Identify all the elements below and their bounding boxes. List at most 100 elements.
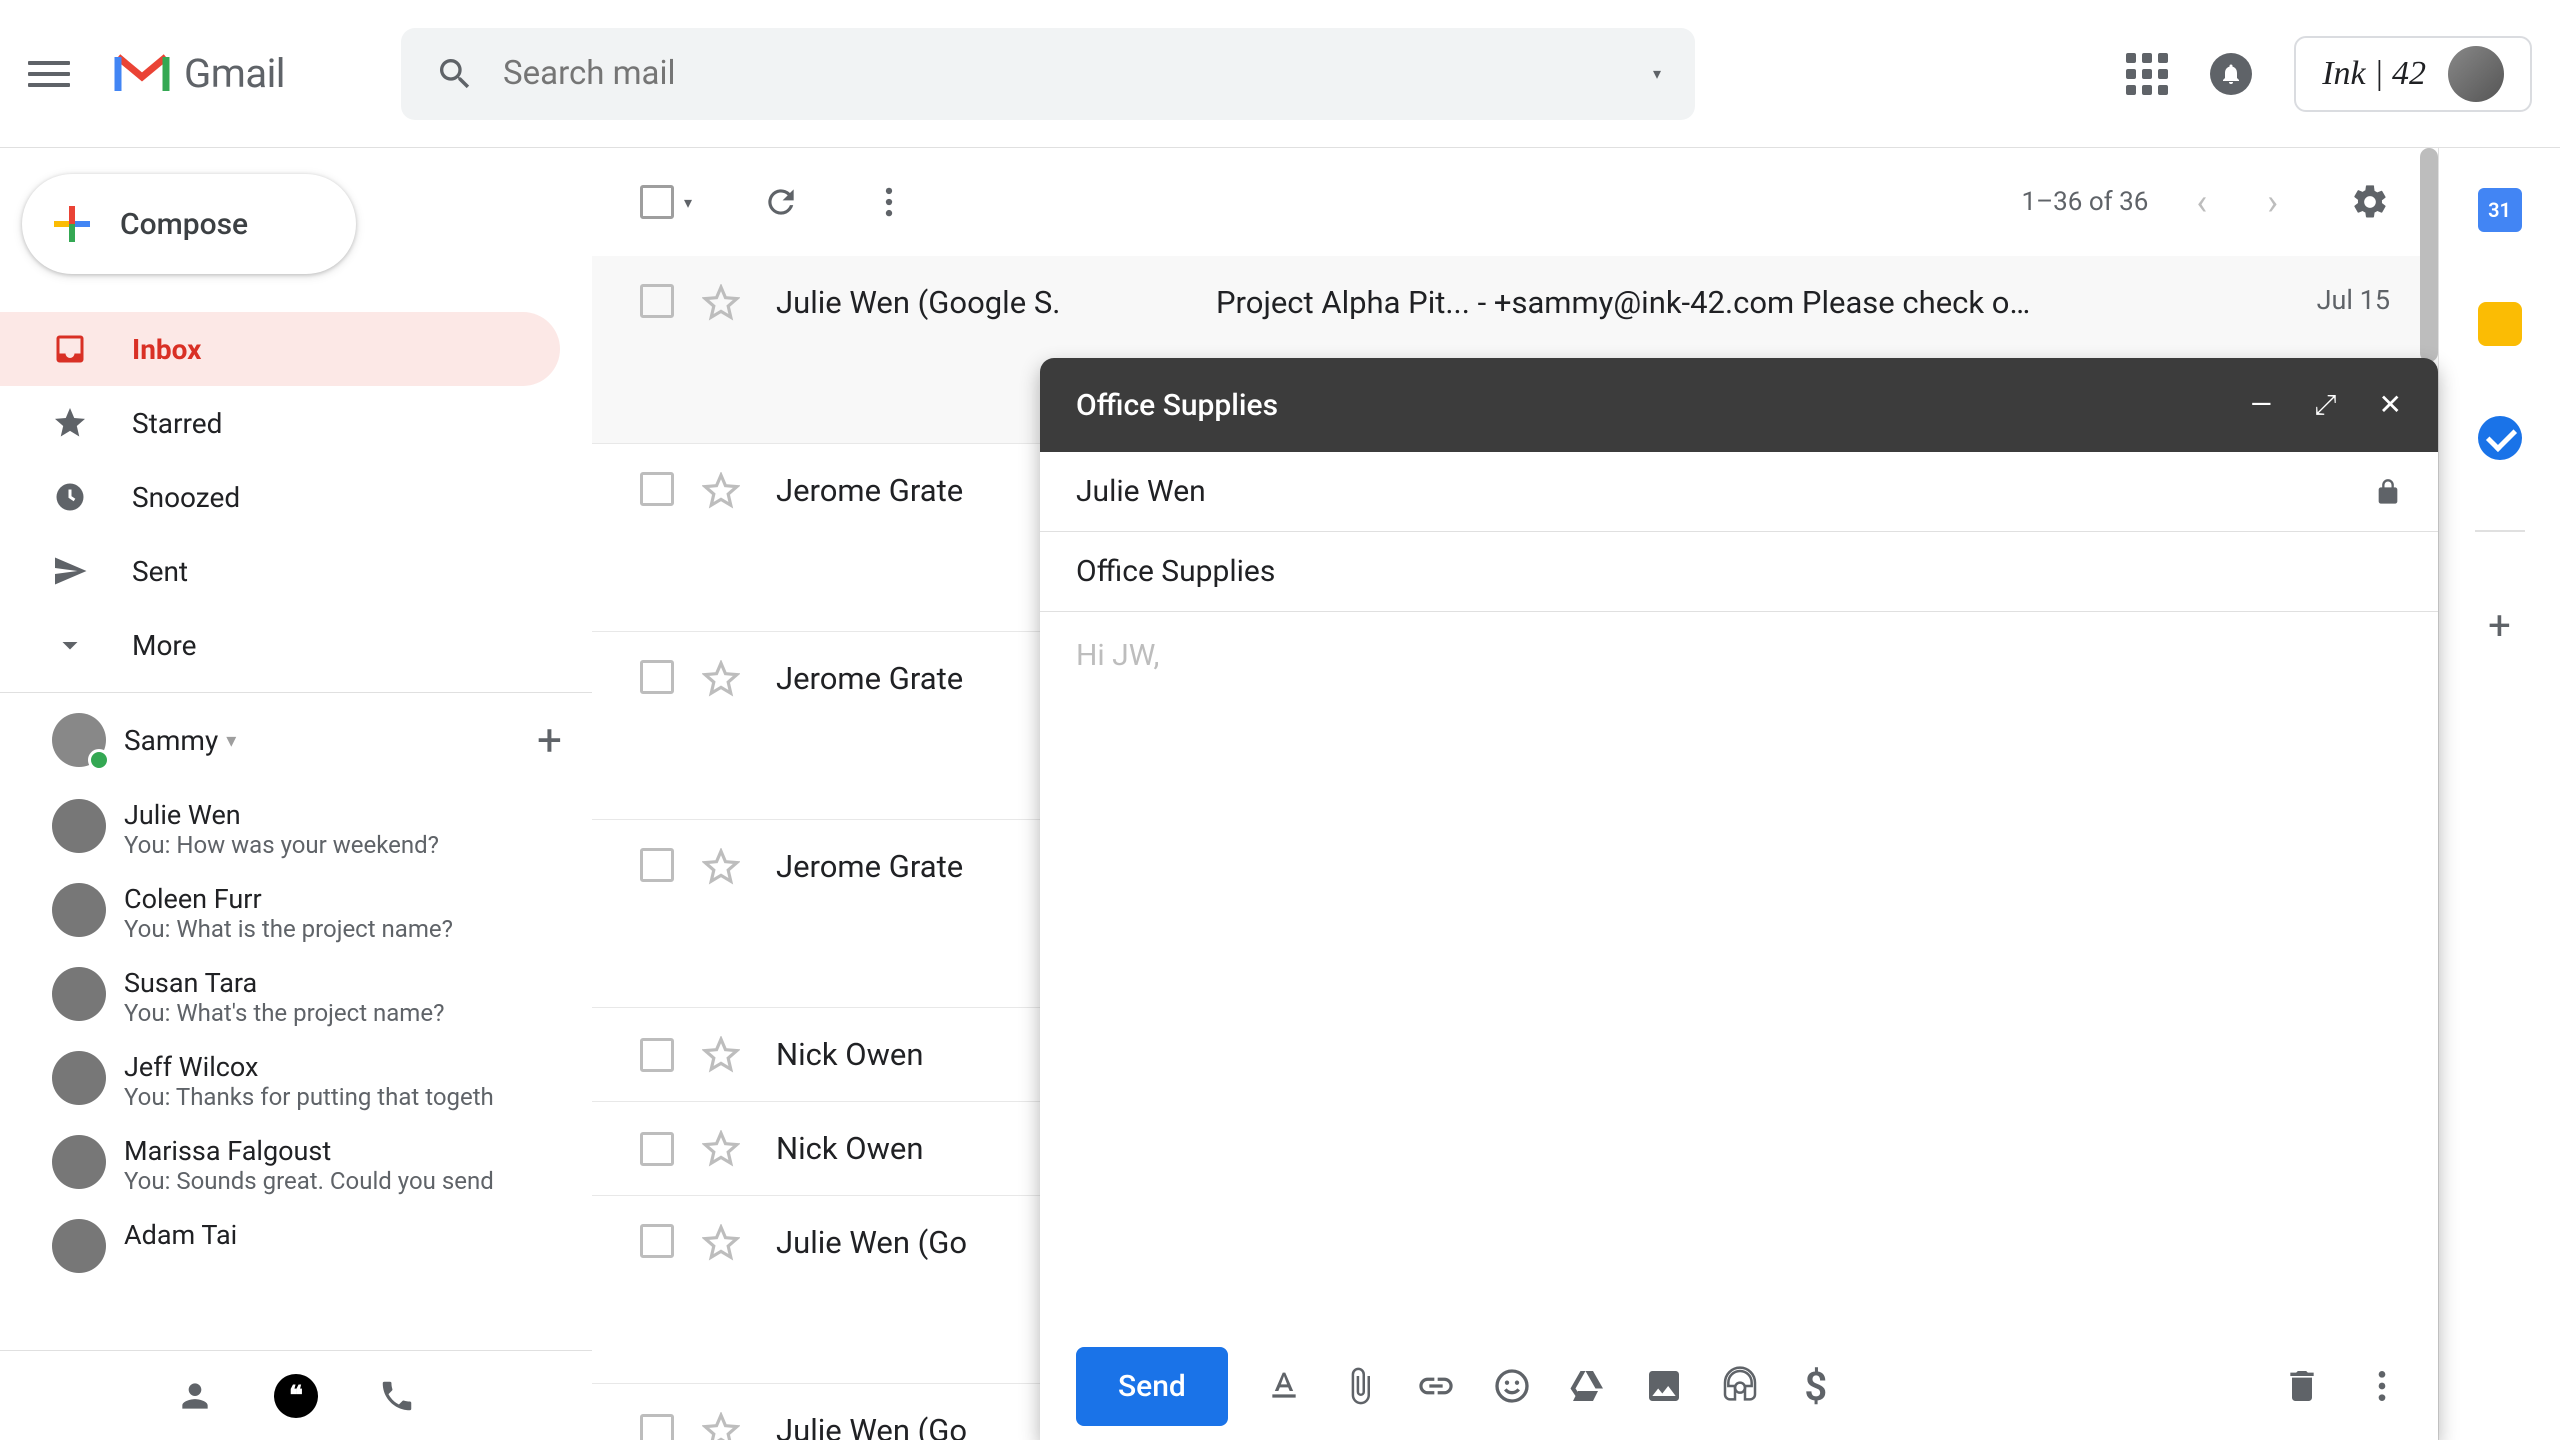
phone-icon[interactable] <box>378 1377 416 1415</box>
star-icon[interactable] <box>702 848 740 886</box>
mail-checkbox[interactable] <box>640 472 674 506</box>
fullscreen-icon[interactable]: ⤢ <box>2314 388 2336 422</box>
chat-name: Coleen Furr <box>124 883 453 915</box>
chat-item[interactable]: Jeff WilcoxYou: Thanks for putting that … <box>0 1039 592 1123</box>
side-panel: 31 + <box>2438 148 2560 1440</box>
mail-pane: ▾ 1–36 of 36 ‹ › Julie Wen (Google S.Pro… <box>592 148 2438 1440</box>
minimize-icon[interactable]: — <box>2250 388 2272 422</box>
search-input[interactable] <box>503 54 1653 93</box>
nav-item-more[interactable]: More <box>0 608 560 682</box>
calendar-addon-icon[interactable]: 31 <box>2478 188 2522 232</box>
get-addons-button[interactable]: + <box>2488 602 2511 649</box>
close-icon[interactable]: ✕ <box>2379 388 2402 422</box>
account-avatar[interactable] <box>2448 46 2504 102</box>
compose-body[interactable]: Hi JW, <box>1040 612 2438 1332</box>
select-all-checkbox[interactable] <box>640 185 674 219</box>
compose-to-field[interactable]: Julie Wen <box>1040 452 2438 532</box>
send-button[interactable]: Send <box>1076 1347 1228 1426</box>
chevron-down-icon[interactable]: ▾ <box>226 728 236 752</box>
mail-checkbox[interactable] <box>640 1132 674 1166</box>
compose-footer: Send $ <box>1040 1332 2438 1440</box>
plus-icon <box>54 206 90 242</box>
sidebar-footer: ❝ <box>0 1350 592 1440</box>
mail-checkbox[interactable] <box>640 848 674 882</box>
nav-label: Sent <box>132 555 188 588</box>
star-icon[interactable] <box>702 284 740 322</box>
star-icon[interactable] <box>702 1224 740 1262</box>
formatting-icon[interactable] <box>1264 1366 1304 1406</box>
star-icon[interactable] <box>702 1036 740 1074</box>
user-avatar[interactable] <box>52 713 106 767</box>
search-options-icon[interactable]: ▾ <box>1653 64 1661 83</box>
more-icon[interactable] <box>870 183 908 221</box>
more-options-icon[interactable] <box>2362 1366 2402 1406</box>
confidential-icon[interactable] <box>1720 1366 1760 1406</box>
hangouts-icon[interactable]: ❝ <box>274 1374 318 1418</box>
new-chat-button[interactable]: + <box>537 714 562 766</box>
gmail-logo[interactable]: Gmail <box>114 50 285 97</box>
refresh-icon[interactable] <box>762 183 800 221</box>
mail-checkbox[interactable] <box>640 660 674 694</box>
mail-checkbox[interactable] <box>640 1414 674 1440</box>
user-name[interactable]: Sammy <box>124 724 218 757</box>
nav-label: Inbox <box>132 333 201 366</box>
chat-name: Julie Wen <box>124 799 439 831</box>
mail-sender: Julie Wen (Google S. <box>776 284 1176 321</box>
star-icon[interactable] <box>702 660 740 698</box>
settings-icon[interactable] <box>2350 182 2390 222</box>
nav-label: More <box>132 629 197 662</box>
chat-item[interactable]: Adam Tai <box>0 1207 592 1285</box>
discard-icon[interactable] <box>2282 1366 2322 1406</box>
nav-item-sent[interactable]: Sent <box>0 534 560 608</box>
keep-addon-icon[interactable] <box>2478 302 2522 346</box>
workspace-label: Ink | 42 <box>2322 55 2426 93</box>
chat-name: Jeff Wilcox <box>124 1051 494 1083</box>
select-dropdown-icon[interactable]: ▾ <box>684 193 692 212</box>
scrollbar[interactable] <box>2420 256 2438 362</box>
chat-preview: You: Thanks for putting that togeth <box>124 1083 494 1111</box>
tasks-addon-icon[interactable] <box>2478 416 2522 460</box>
compose-subject-field[interactable]: Office Supplies <box>1040 532 2438 612</box>
star-icon[interactable] <box>702 1412 740 1440</box>
hangouts-header: Sammy ▾ + <box>0 692 592 787</box>
contacts-icon[interactable] <box>176 1377 214 1415</box>
compose-header[interactable]: Office Supplies — ⤢ ✕ <box>1040 358 2438 452</box>
workspace-badge[interactable]: Ink | 42 <box>2294 36 2532 112</box>
side-panel-divider <box>2475 530 2525 532</box>
link-icon[interactable] <box>1416 1366 1456 1406</box>
content: ▾ 1–36 of 36 ‹ › Julie Wen (Google S.Pro… <box>592 148 2560 1440</box>
header: Gmail ▾ Ink | 42 <box>0 0 2560 148</box>
send-icon <box>52 553 88 589</box>
chat-preview: You: How was your weekend? <box>124 831 439 859</box>
mail-checkbox[interactable] <box>640 1038 674 1072</box>
star-icon[interactable] <box>702 472 740 510</box>
next-page-button[interactable]: › <box>2255 181 2290 223</box>
drive-icon[interactable] <box>1568 1366 1608 1406</box>
chat-name: Susan Tara <box>124 967 444 999</box>
google-apps-icon[interactable] <box>2126 53 2168 95</box>
main-menu-icon[interactable] <box>28 53 70 95</box>
emoji-icon[interactable] <box>1492 1366 1532 1406</box>
search-bar[interactable]: ▾ <box>401 28 1695 120</box>
image-icon[interactable] <box>1644 1366 1684 1406</box>
notifications-icon[interactable] <box>2210 53 2252 95</box>
compose-button[interactable]: Compose <box>22 174 356 274</box>
nav-item-snoozed[interactable]: Snoozed <box>0 460 560 534</box>
nav-item-inbox[interactable]: Inbox <box>0 312 560 386</box>
chat-item[interactable]: Susan TaraYou: What's the project name? <box>0 955 592 1039</box>
chevron-icon <box>52 627 88 663</box>
chat-item[interactable]: Coleen FurrYou: What is the project name… <box>0 871 592 955</box>
mail-checkbox[interactable] <box>640 284 674 318</box>
attach-icon[interactable] <box>1340 1366 1380 1406</box>
chat-name: Adam Tai <box>124 1219 237 1251</box>
nav-item-starred[interactable]: Starred <box>0 386 560 460</box>
compose-to-value: Julie Wen <box>1076 474 1206 509</box>
prev-page-button[interactable]: ‹ <box>2184 181 2219 223</box>
app-name: Gmail <box>184 50 285 97</box>
compose-window: Office Supplies — ⤢ ✕ Julie Wen Office S… <box>1040 358 2438 1440</box>
money-icon[interactable]: $ <box>1796 1366 1836 1406</box>
mail-checkbox[interactable] <box>640 1224 674 1258</box>
chat-item[interactable]: Marissa FalgoustYou: Sounds great. Could… <box>0 1123 592 1207</box>
star-icon[interactable] <box>702 1130 740 1168</box>
chat-item[interactable]: Julie WenYou: How was your weekend? <box>0 787 592 871</box>
